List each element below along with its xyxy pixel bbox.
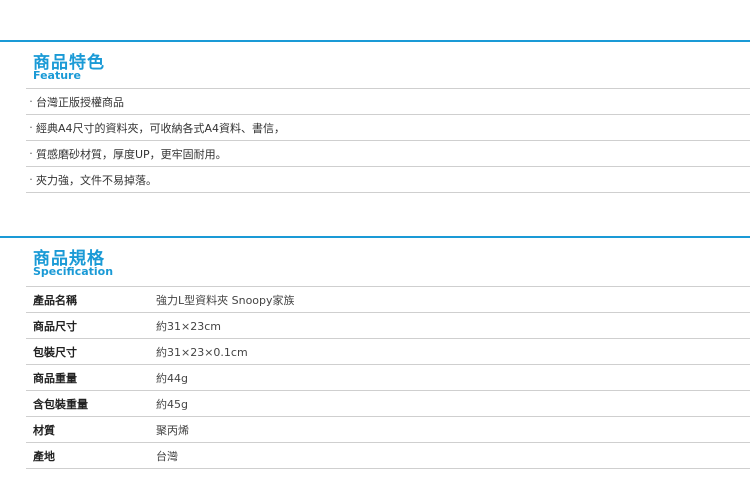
table-row: 包裝尺寸 約31×23×0.1cm xyxy=(26,339,750,365)
feature-list: · 台灣正版授權商品 · 經典A4尺寸的資料夾，可收納各式A4資料、書信， · … xyxy=(26,88,750,193)
spec-label: 商品重量 xyxy=(33,371,77,385)
spec-value: 約44g xyxy=(156,371,188,385)
feature-item-text: 經典A4尺寸的資料夾，可收納各式A4資料、書信， xyxy=(36,121,286,135)
table-row: 含包裝重量 約45g xyxy=(26,391,750,417)
spec-value: 約31×23×0.1cm xyxy=(156,345,248,359)
bullet-icon: · xyxy=(29,173,33,186)
specification-table: 產品名稱 強力L型資料夾 Snoopy家族 商品尺寸 約31×23cm 包裝尺寸… xyxy=(26,286,750,469)
table-row: 產地 台灣 xyxy=(26,443,750,469)
spec-label: 產品名稱 xyxy=(33,293,77,307)
spec-value: 聚丙烯 xyxy=(156,423,189,437)
spec-label: 包裝尺寸 xyxy=(33,345,77,359)
table-row: 材質 聚丙烯 xyxy=(26,417,750,443)
spec-label: 含包裝重量 xyxy=(33,397,88,411)
feature-item: · 夾力強，文件不易掉落。 xyxy=(26,167,750,193)
feature-item: · 質感磨砂材質，厚度UP，更牢固耐用。 xyxy=(26,141,750,167)
feature-section-header: 商品特色 Feature xyxy=(0,40,750,86)
spec-value: 強力L型資料夾 Snoopy家族 xyxy=(156,293,295,307)
spec-label: 材質 xyxy=(33,423,55,437)
specification-section-header: 商品規格 Specification xyxy=(0,236,750,284)
spec-value: 台灣 xyxy=(156,449,178,463)
bullet-icon: · xyxy=(29,147,33,160)
feature-item-text: 台灣正版授權商品 xyxy=(36,95,124,109)
spec-label: 產地 xyxy=(33,449,55,463)
feature-item-text: 夾力強，文件不易掉落。 xyxy=(36,173,157,187)
table-row: 商品尺寸 約31×23cm xyxy=(26,313,750,339)
specification-subtitle: Specification xyxy=(33,265,114,278)
feature-subtitle: Feature xyxy=(33,69,81,82)
table-row: 產品名稱 強力L型資料夾 Snoopy家族 xyxy=(26,287,750,313)
feature-item: · 台灣正版授權商品 xyxy=(26,89,750,115)
spec-value: 約45g xyxy=(156,397,188,411)
spec-label: 商品尺寸 xyxy=(33,319,77,333)
feature-item-text: 質感磨砂材質，厚度UP，更牢固耐用。 xyxy=(36,147,227,161)
spec-value: 約31×23cm xyxy=(156,319,221,333)
bullet-icon: · xyxy=(29,121,33,134)
bullet-icon: · xyxy=(29,95,33,108)
feature-item: · 經典A4尺寸的資料夾，可收納各式A4資料、書信， xyxy=(26,115,750,141)
table-row: 商品重量 約44g xyxy=(26,365,750,391)
